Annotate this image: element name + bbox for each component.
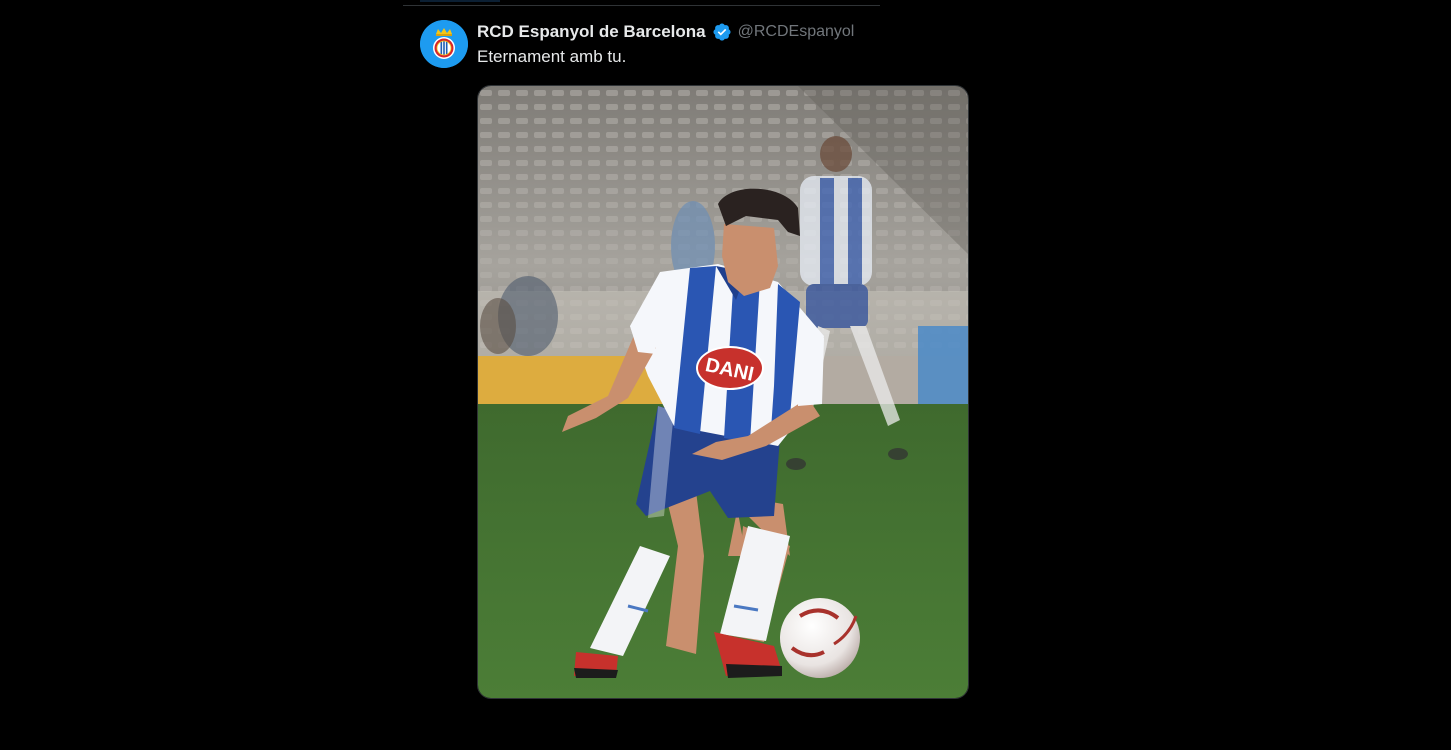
avatar[interactable]	[420, 20, 468, 68]
timeline: RCD Espanyol de Barcelona @RCDEspanyol E…	[0, 0, 1451, 750]
user-handle[interactable]: @RCDEspanyol	[738, 23, 855, 41]
espanyol-crest-icon	[420, 20, 468, 68]
previous-post-edge	[420, 0, 500, 2]
verified-badge-icon[interactable]	[712, 22, 732, 42]
football-player-photo: DANI	[478, 86, 968, 698]
display-name[interactable]: RCD Espanyol de Barcelona	[477, 22, 706, 42]
post-photo[interactable]: DANI	[477, 85, 969, 699]
post-text: Eternament amb tu.	[477, 47, 627, 66]
post-divider	[403, 5, 880, 6]
post-header: RCD Espanyol de Barcelona @RCDEspanyol	[477, 20, 854, 44]
